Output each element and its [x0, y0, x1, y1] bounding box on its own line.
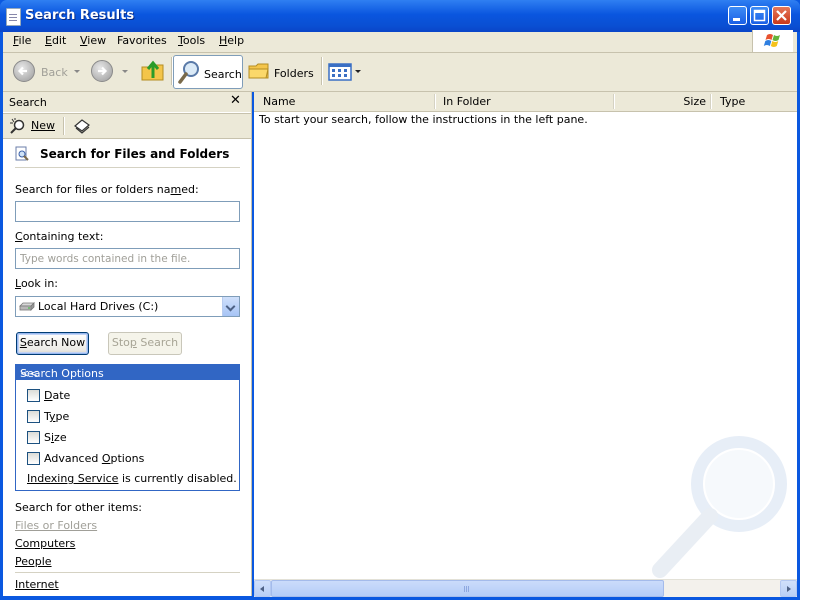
results-column-header: Name In Folder Size Type — [254, 92, 797, 112]
date-checkbox[interactable] — [27, 389, 40, 402]
scroll-right-icon[interactable] — [780, 580, 797, 597]
type-option-label[interactable]: Type — [44, 410, 69, 423]
column-in-folder[interactable]: In Folder — [443, 92, 608, 111]
views-grid-icon — [328, 63, 352, 81]
people-link[interactable]: People — [15, 555, 52, 568]
type-checkbox[interactable] — [27, 410, 40, 423]
links-divider — [15, 572, 240, 573]
minimize-icon — [733, 18, 740, 21]
pane-toolbar-separator — [63, 117, 64, 135]
pane-close-icon[interactable]: ✕ — [230, 93, 241, 108]
hard-drive-icon — [19, 302, 35, 311]
search-companion-button[interactable] — [73, 117, 93, 135]
menu-favorites[interactable]: Favorites — [117, 34, 167, 47]
search-watermark-icon — [652, 436, 787, 578]
instructions-text: To start your search, follow the instruc… — [259, 113, 588, 126]
column-size[interactable]: Size — [616, 92, 706, 111]
scrollbar-thumb[interactable] — [271, 580, 664, 597]
search-pane-title: Search — [9, 96, 47, 109]
toolbar-separator — [321, 57, 322, 85]
up-folder-icon — [141, 60, 164, 81]
column-divider[interactable] — [434, 94, 435, 109]
search-pane-toolbar: New — [3, 113, 251, 139]
collapse-icon: << — [20, 367, 39, 380]
search-now-button[interactable]: Search Now — [16, 332, 89, 355]
new-search-button[interactable]: New — [9, 117, 55, 135]
forward-arrow-icon — [91, 60, 113, 82]
up-folder-button[interactable] — [139, 55, 169, 89]
search-pane-header: Search ✕ — [3, 92, 251, 112]
chevron-down-icon[interactable] — [222, 297, 239, 316]
windows-logo — [752, 30, 793, 52]
stop-search-button[interactable]: Stop Search — [108, 332, 182, 355]
named-label: Search for files or folders named: — [15, 183, 199, 196]
search-options-header[interactable]: Search Options << — [16, 365, 239, 380]
file-name-input[interactable] — [15, 201, 240, 222]
views-button[interactable] — [326, 55, 362, 89]
look-in-label: Look in: — [15, 277, 58, 290]
search-pane: Search ✕ New Search for Files and Folder… — [3, 92, 252, 596]
column-divider[interactable] — [710, 94, 711, 109]
files-or-folders-link[interactable]: Files or Folders — [15, 519, 97, 532]
close-icon — [776, 10, 787, 21]
folders-icon — [248, 63, 269, 79]
column-name[interactable]: Name — [263, 92, 433, 111]
search-magnifier-icon — [178, 61, 199, 84]
toolbar-separator — [171, 57, 172, 85]
standard-toolbar: Back Search Folders — [3, 53, 797, 92]
advanced-options-label[interactable]: Advanced Options — [44, 452, 144, 465]
internet-link[interactable]: Internet — [15, 578, 59, 591]
containing-text-label: Containing text: — [15, 230, 104, 243]
forward-dropdown-icon — [122, 70, 128, 73]
date-option-label[interactable]: Date — [44, 389, 70, 402]
minimize-button[interactable] — [728, 6, 747, 25]
menu-tools[interactable]: Tools — [178, 34, 205, 47]
containing-text-input[interactable] — [15, 248, 240, 269]
look-in-select[interactable]: Local Hard Drives (C:) — [15, 296, 240, 317]
results-pane: Name In Folder Size Type To start your s… — [254, 92, 797, 597]
new-search-icon — [10, 118, 25, 134]
back-dropdown-icon — [74, 70, 80, 73]
explorer-window: Search Results File Edit View Favorites … — [0, 0, 800, 600]
maximize-icon — [753, 9, 766, 22]
other-items-label: Search for other items: — [15, 501, 142, 514]
scroll-left-icon[interactable] — [254, 580, 271, 597]
indexing-status: Indexing Service is currently disabled. — [27, 472, 237, 485]
document-icon — [6, 8, 21, 26]
menu-bar: File Edit View Favorites Tools Help — [3, 30, 797, 53]
heading-divider — [15, 167, 240, 168]
views-dropdown-icon — [355, 70, 361, 73]
title-bar[interactable]: Search Results — [0, 0, 800, 32]
advanced-options-checkbox[interactable] — [27, 452, 40, 465]
search-options-panel: Search Options << Date Type Size Advance… — [15, 364, 240, 491]
search-button[interactable]: Search — [173, 55, 243, 89]
search-files-icon — [15, 146, 29, 161]
search-companion-icon — [74, 119, 90, 134]
forward-button[interactable] — [88, 55, 133, 89]
maximize-button[interactable] — [750, 6, 769, 25]
column-type[interactable]: Type — [720, 92, 790, 111]
column-divider[interactable] — [613, 94, 614, 109]
menu-view[interactable]: View — [80, 34, 106, 47]
close-button[interactable] — [772, 6, 791, 25]
menu-file[interactable]: File — [13, 34, 31, 47]
folders-button[interactable]: Folders — [247, 55, 317, 89]
menu-help[interactable]: Help — [219, 34, 244, 47]
window-title: Search Results — [25, 8, 135, 23]
look-in-value: Local Hard Drives (C:) — [38, 300, 159, 313]
indexing-service-link[interactable]: Indexing Service — [27, 472, 118, 485]
windows-flag-icon — [763, 34, 780, 47]
back-arrow-icon — [13, 60, 35, 82]
section-heading: Search for Files and Folders — [40, 147, 230, 161]
horizontal-scrollbar[interactable] — [254, 579, 797, 597]
size-option-label[interactable]: Size — [44, 431, 67, 444]
back-button[interactable]: Back — [8, 55, 83, 89]
size-checkbox[interactable] — [27, 431, 40, 444]
computers-link[interactable]: Computers — [15, 537, 75, 550]
menu-edit[interactable]: Edit — [45, 34, 66, 47]
